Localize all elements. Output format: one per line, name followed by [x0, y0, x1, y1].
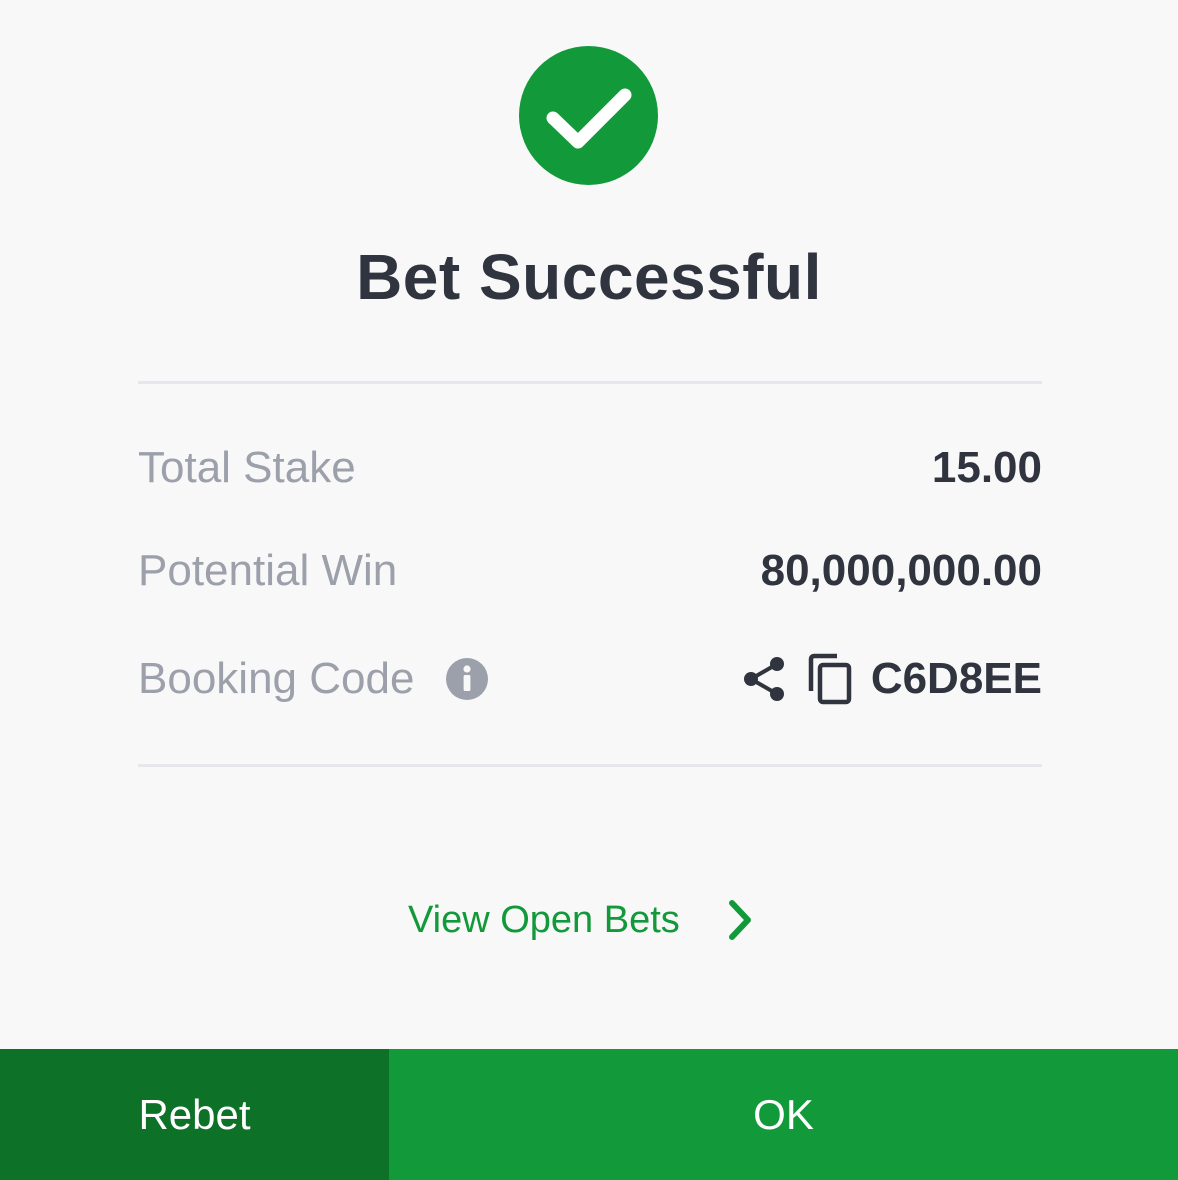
potential-win-row: Potential Win 80,000,000.00 [138, 541, 1042, 601]
view-open-bets-label: View Open Bets [408, 898, 680, 941]
booking-code-label: Booking Code [138, 654, 415, 703]
divider [138, 381, 1042, 384]
chevron-right-icon [726, 897, 756, 943]
view-open-bets-link[interactable]: View Open Bets [408, 890, 756, 950]
booking-code-value[interactable]: C6D8EE [871, 654, 1042, 704]
rebet-button[interactable]: Rebet [0, 1049, 389, 1180]
booking-code-label-wrap: Booking Code [138, 654, 489, 704]
booking-code-row: Booking Code C6D8EE [138, 649, 1042, 709]
total-stake-row: Total Stake 15.00 [138, 438, 1042, 498]
potential-win-label: Potential Win [138, 546, 398, 595]
potential-win-value: 80,000,000.00 [760, 546, 1042, 595]
page-title: Bet Successful [356, 241, 822, 313]
booking-code-value-wrap: C6D8EE [741, 653, 1042, 705]
copy-icon[interactable] [807, 653, 853, 705]
action-bar: Rebet OK [0, 1049, 1178, 1180]
divider [138, 764, 1042, 767]
ok-button[interactable]: OK [389, 1049, 1178, 1180]
total-stake-value: 15.00 [931, 443, 1042, 492]
share-icon[interactable] [741, 655, 787, 703]
info-icon[interactable] [446, 658, 489, 700]
bet-success-dialog: Bet Successful Total Stake 15.00 Potenti… [0, 0, 1178, 1180]
total-stake-label: Total Stake [138, 443, 356, 492]
checkmark-circle-icon [519, 46, 658, 185]
